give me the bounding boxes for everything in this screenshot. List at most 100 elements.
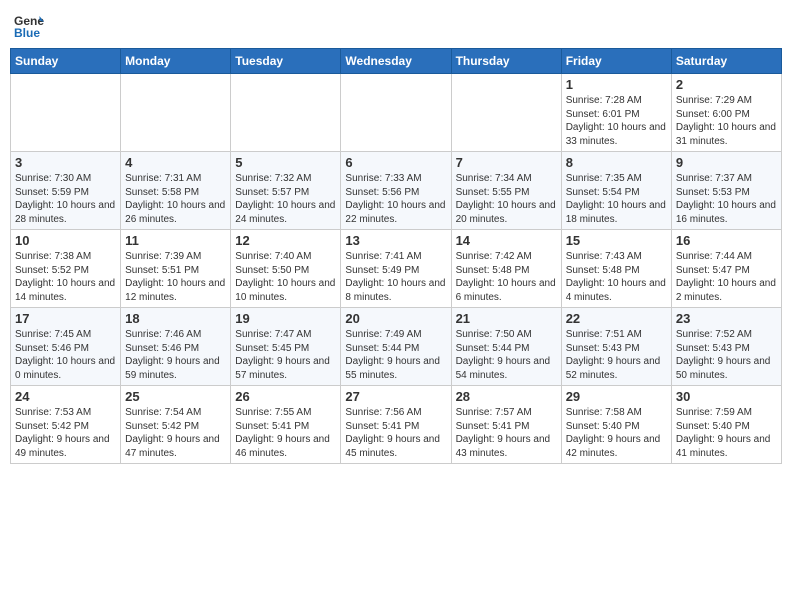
day-info: Sunrise: 7:47 AM Sunset: 5:45 PM Dayligh… [235,328,336,382]
calendar-cell: 29 Sunrise: 7:58 AM Sunset: 5:40 PM Dayli… [561,386,671,464]
day-info: Sunrise: 7:51 AM Sunset: 5:43 PM Dayligh… [566,328,667,382]
day-number: 3 [15,155,116,170]
weekday-header-sunday: Sunday [11,49,121,74]
day-number: 13 [345,233,446,248]
day-number: 20 [345,311,446,326]
calendar-cell: 26 Sunrise: 7:55 AM Sunset: 5:41 PM Dayli… [231,386,341,464]
day-info: Sunrise: 7:49 AM Sunset: 5:44 PM Dayligh… [345,328,446,382]
logo-icon: General Blue [14,10,44,40]
calendar-cell [11,74,121,152]
calendar-cell: 11 Sunrise: 7:39 AM Sunset: 5:51 PM Dayli… [121,230,231,308]
day-number: 22 [566,311,667,326]
day-info: Sunrise: 7:46 AM Sunset: 5:46 PM Dayligh… [125,328,226,382]
calendar-cell: 19 Sunrise: 7:47 AM Sunset: 5:45 PM Dayli… [231,308,341,386]
day-info: Sunrise: 7:35 AM Sunset: 5:54 PM Dayligh… [566,172,667,226]
day-info: Sunrise: 7:58 AM Sunset: 5:40 PM Dayligh… [566,406,667,460]
weekday-header-wednesday: Wednesday [341,49,451,74]
calendar-cell: 17Sunrise: 7:45 AM Sunset: 5:46 PM Dayli… [11,308,121,386]
day-number: 30 [676,389,777,404]
calendar-cell: 20 Sunrise: 7:49 AM Sunset: 5:44 PM Dayli… [341,308,451,386]
logo: General Blue [14,10,48,40]
calendar-cell: 24 Sunrise: 7:53 AM Sunset: 5:42 PM Dayli… [11,386,121,464]
day-number: 8 [566,155,667,170]
day-number: 29 [566,389,667,404]
day-number: 28 [456,389,557,404]
day-number: 25 [125,389,226,404]
day-number: 17 [15,311,116,326]
calendar-cell: 1 Sunrise: 7:28 AM Sunset: 6:01 PM Daylig… [561,74,671,152]
day-info: Sunrise: 7:28 AM Sunset: 6:01 PM Dayligh… [566,94,667,148]
calendar-cell: 16 Sunrise: 7:44 AM Sunset: 5:47 PM Dayli… [671,230,781,308]
day-info: Sunrise: 7:59 AM Sunset: 5:40 PM Dayligh… [676,406,777,460]
page-header: General Blue [10,10,782,40]
day-info: Sunrise: 7:54 AM Sunset: 5:42 PM Dayligh… [125,406,226,460]
calendar-cell: 10Sunrise: 7:38 AM Sunset: 5:52 PM Dayli… [11,230,121,308]
calendar-week-row: 3 Sunrise: 7:30 AM Sunset: 5:59 PM Daylig… [11,152,782,230]
day-info: Sunrise: 7:52 AM Sunset: 5:43 PM Dayligh… [676,328,777,382]
day-number: 26 [235,389,336,404]
calendar-week-row: 24 Sunrise: 7:53 AM Sunset: 5:42 PM Dayli… [11,386,782,464]
calendar-cell: 28 Sunrise: 7:57 AM Sunset: 5:41 PM Dayli… [451,386,561,464]
day-number: 11 [125,233,226,248]
day-info: Sunrise: 7:31 AM Sunset: 5:58 PM Dayligh… [125,172,226,226]
day-number: 5 [235,155,336,170]
day-number: 15 [566,233,667,248]
weekday-header-tuesday: Tuesday [231,49,341,74]
day-number: 14 [456,233,557,248]
calendar-cell: 23 Sunrise: 7:52 AM Sunset: 5:43 PM Dayli… [671,308,781,386]
calendar-cell: 2 Sunrise: 7:29 AM Sunset: 6:00 PM Daylig… [671,74,781,152]
calendar-cell: 25 Sunrise: 7:54 AM Sunset: 5:42 PM Dayli… [121,386,231,464]
day-info: Sunrise: 7:33 AM Sunset: 5:56 PM Dayligh… [345,172,446,226]
day-number: 7 [456,155,557,170]
day-number: 1 [566,77,667,92]
calendar-cell: 14 Sunrise: 7:42 AM Sunset: 5:48 PM Dayli… [451,230,561,308]
day-info: Sunrise: 7:34 AM Sunset: 5:55 PM Dayligh… [456,172,557,226]
calendar-cell: 5 Sunrise: 7:32 AM Sunset: 5:57 PM Daylig… [231,152,341,230]
day-number: 18 [125,311,226,326]
calendar-cell: 9Sunrise: 7:37 AM Sunset: 5:53 PM Daylig… [671,152,781,230]
day-info: Sunrise: 7:44 AM Sunset: 5:47 PM Dayligh… [676,250,777,304]
calendar-cell [341,74,451,152]
calendar-cell: 15 Sunrise: 7:43 AM Sunset: 5:48 PM Dayli… [561,230,671,308]
weekday-header-friday: Friday [561,49,671,74]
weekday-header-thursday: Thursday [451,49,561,74]
day-number: 9 [676,155,777,170]
day-info: Sunrise: 7:40 AM Sunset: 5:50 PM Dayligh… [235,250,336,304]
weekday-header-row: SundayMondayTuesdayWednesdayThursdayFrid… [11,49,782,74]
day-info: Sunrise: 7:55 AM Sunset: 5:41 PM Dayligh… [235,406,336,460]
calendar-week-row: 1 Sunrise: 7:28 AM Sunset: 6:01 PM Daylig… [11,74,782,152]
calendar-cell: 6 Sunrise: 7:33 AM Sunset: 5:56 PM Daylig… [341,152,451,230]
day-number: 16 [676,233,777,248]
calendar-cell: 13Sunrise: 7:41 AM Sunset: 5:49 PM Dayli… [341,230,451,308]
day-info: Sunrise: 7:43 AM Sunset: 5:48 PM Dayligh… [566,250,667,304]
calendar-cell: 30 Sunrise: 7:59 AM Sunset: 5:40 PM Dayli… [671,386,781,464]
day-number: 2 [676,77,777,92]
calendar-cell: 22 Sunrise: 7:51 AM Sunset: 5:43 PM Dayli… [561,308,671,386]
calendar-cell: 18 Sunrise: 7:46 AM Sunset: 5:46 PM Dayli… [121,308,231,386]
calendar-week-row: 10Sunrise: 7:38 AM Sunset: 5:52 PM Dayli… [11,230,782,308]
day-number: 10 [15,233,116,248]
day-info: Sunrise: 7:56 AM Sunset: 5:41 PM Dayligh… [345,406,446,460]
day-info: Sunrise: 7:29 AM Sunset: 6:00 PM Dayligh… [676,94,777,148]
calendar-cell: 4 Sunrise: 7:31 AM Sunset: 5:58 PM Daylig… [121,152,231,230]
day-number: 24 [15,389,116,404]
day-info: Sunrise: 7:30 AM Sunset: 5:59 PM Dayligh… [15,172,116,226]
calendar-cell: 8 Sunrise: 7:35 AM Sunset: 5:54 PM Daylig… [561,152,671,230]
calendar-cell: 12Sunrise: 7:40 AM Sunset: 5:50 PM Dayli… [231,230,341,308]
calendar-week-row: 17Sunrise: 7:45 AM Sunset: 5:46 PM Dayli… [11,308,782,386]
day-number: 19 [235,311,336,326]
day-number: 27 [345,389,446,404]
day-number: 6 [345,155,446,170]
day-info: Sunrise: 7:50 AM Sunset: 5:44 PM Dayligh… [456,328,557,382]
day-number: 4 [125,155,226,170]
day-info: Sunrise: 7:53 AM Sunset: 5:42 PM Dayligh… [15,406,116,460]
day-number: 23 [676,311,777,326]
day-info: Sunrise: 7:39 AM Sunset: 5:51 PM Dayligh… [125,250,226,304]
day-number: 21 [456,311,557,326]
weekday-header-monday: Monday [121,49,231,74]
day-info: Sunrise: 7:42 AM Sunset: 5:48 PM Dayligh… [456,250,557,304]
day-info: Sunrise: 7:57 AM Sunset: 5:41 PM Dayligh… [456,406,557,460]
calendar-cell [121,74,231,152]
weekday-header-saturday: Saturday [671,49,781,74]
day-info: Sunrise: 7:32 AM Sunset: 5:57 PM Dayligh… [235,172,336,226]
